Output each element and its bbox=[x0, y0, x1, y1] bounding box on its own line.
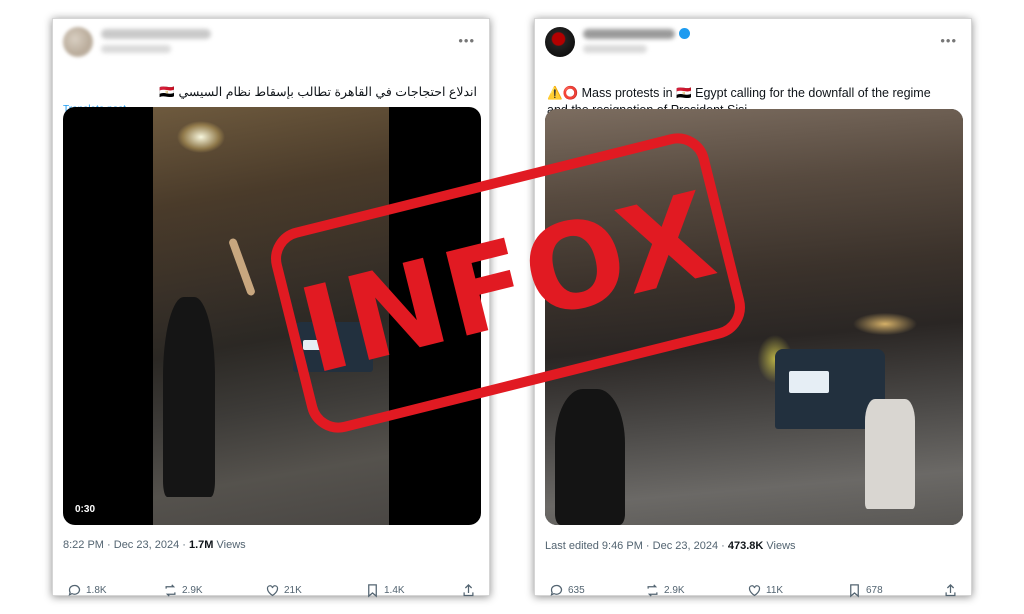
views-count: 1.7M bbox=[188, 539, 214, 551]
blurred-username bbox=[101, 29, 211, 39]
share-button[interactable] bbox=[461, 583, 476, 598]
share-button[interactable] bbox=[943, 583, 958, 598]
post-timestamp[interactable]: 8:22 PM · Dec 23, 2024 · 1.7M Views bbox=[63, 539, 246, 551]
views-count: 473.8K bbox=[727, 540, 764, 552]
video-duration: 0:30 bbox=[75, 504, 96, 515]
action-bar: 1.8K 2.9K 21K 1.4K bbox=[53, 583, 489, 603]
post-text: اندلاع احتجاجات في القاهرة تطالب بإسقاط … bbox=[159, 85, 477, 99]
blurred-avatar[interactable] bbox=[63, 27, 93, 57]
post-timestamp[interactable]: Last edited 9:46 PM · Dec 23, 2024 · 473… bbox=[545, 540, 796, 552]
blurred-handle bbox=[101, 45, 171, 53]
blurred-username bbox=[583, 29, 675, 39]
verified-badge-icon bbox=[679, 28, 690, 39]
more-options-icon[interactable]: ••• bbox=[458, 33, 475, 48]
bookmark-icon bbox=[368, 584, 377, 598]
heart-icon bbox=[748, 585, 761, 597]
repost-button[interactable]: 2.9K bbox=[645, 583, 685, 598]
share-icon bbox=[945, 583, 956, 597]
protester-figure bbox=[865, 399, 915, 509]
protester-figure bbox=[555, 389, 625, 525]
heart-icon bbox=[266, 585, 279, 597]
like-button[interactable]: 21K bbox=[265, 583, 302, 598]
protester-figure bbox=[163, 297, 215, 497]
action-bar: 635 2.9K 11K 678 bbox=[535, 583, 971, 603]
reply-button[interactable]: 635 bbox=[549, 583, 585, 598]
like-button[interactable]: 11K bbox=[747, 583, 783, 598]
bookmark-button[interactable]: 1.4K bbox=[365, 583, 405, 598]
raised-arm bbox=[227, 237, 257, 297]
account-avatar[interactable] bbox=[545, 27, 575, 57]
reply-button[interactable]: 1.8K bbox=[67, 583, 107, 598]
blurred-handle bbox=[583, 45, 647, 53]
repost-button[interactable]: 2.9K bbox=[163, 583, 203, 598]
reply-icon bbox=[550, 584, 563, 597]
share-icon bbox=[463, 583, 474, 597]
bookmark-button[interactable]: 678 bbox=[847, 583, 883, 598]
more-options-icon[interactable]: ••• bbox=[940, 33, 957, 48]
bookmark-icon bbox=[850, 584, 859, 598]
repost-icon bbox=[165, 584, 176, 597]
reply-icon bbox=[68, 584, 81, 597]
repost-icon bbox=[647, 584, 658, 597]
